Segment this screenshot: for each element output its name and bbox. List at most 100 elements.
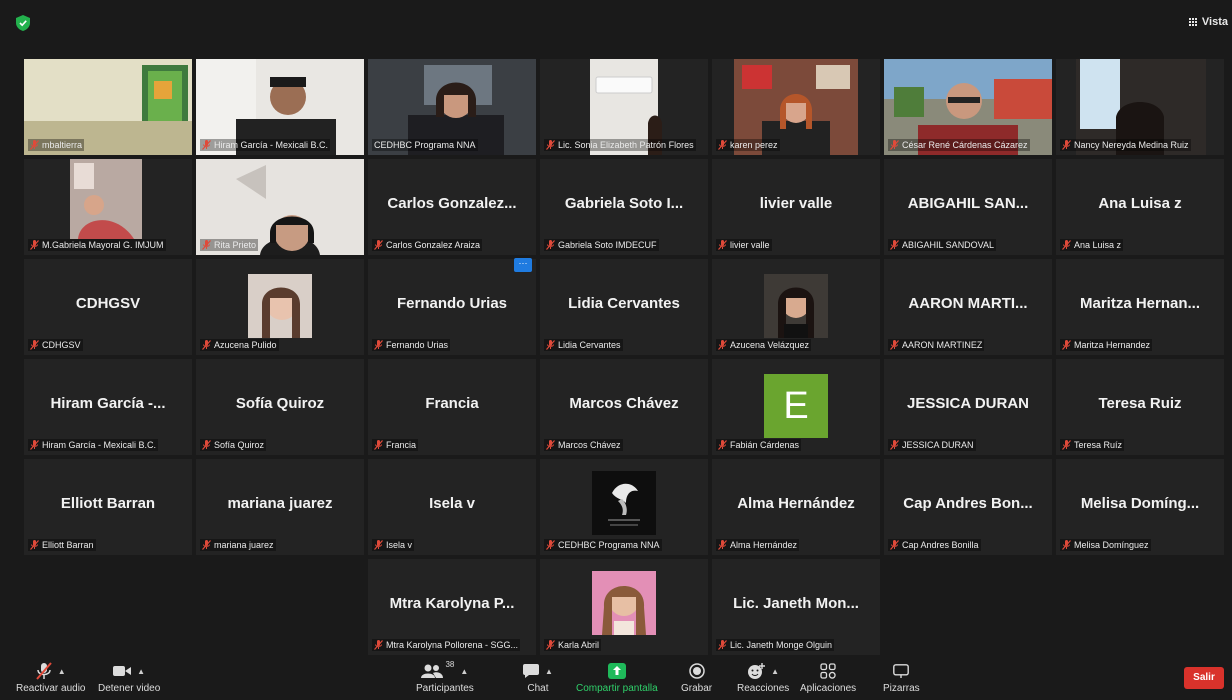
chevron-up-icon[interactable]: ▲ — [771, 667, 779, 676]
participant-tile[interactable]: Elliott Barran Elliott Barran — [24, 459, 192, 555]
view-button[interactable]: Vista — [1188, 16, 1228, 28]
whiteboards-label: Pizarras — [883, 683, 920, 694]
participant-tile[interactable]: Mtra Karolyna P... Mtra Karolyna Pollore… — [368, 559, 536, 655]
leave-meeting-button[interactable]: Salir — [1184, 667, 1224, 689]
participant-tile[interactable]: mbaltierra — [24, 59, 192, 155]
reactions-button[interactable]: ▲ Reacciones — [737, 660, 789, 694]
participant-tile[interactable]: Teresa Ruiz Teresa Ruíz — [1056, 359, 1224, 455]
participant-tile[interactable]: CDHGSV CDHGSV — [24, 259, 192, 355]
mic-muted-icon — [546, 240, 555, 250]
participant-name-label: Karla Abril — [544, 639, 602, 651]
participant-tile[interactable]: Azucena Velázquez — [712, 259, 880, 355]
participant-tile[interactable]: Carlos Gonzalez... Carlos Gonzalez Araiz… — [368, 159, 536, 255]
chevron-up-icon[interactable]: ▲ — [137, 667, 145, 676]
mic-muted-icon — [546, 140, 555, 150]
participant-tile[interactable]: ··· Fernando Urias Fernando Urias — [368, 258, 536, 355]
shield-icon[interactable] — [16, 15, 30, 31]
participant-tile[interactable]: ABIGAHIL SAN... ABIGAHIL SANDOVAL — [884, 159, 1052, 255]
participant-tile[interactable]: Lic. Sonia Elizabeth Patrón Flores — [540, 59, 708, 155]
participant-tile[interactable]: mariana juarez mariana juarez — [196, 459, 364, 555]
participant-tile[interactable]: Azucena Pulido — [196, 259, 364, 355]
participant-name-label: Melisa Domínguez — [1060, 539, 1151, 551]
mic-muted-icon — [374, 540, 383, 550]
mic-muted-icon — [1062, 340, 1071, 350]
participants-button[interactable]: 38 ▲ Participantes — [416, 660, 474, 694]
participant-display-name: JESSICA DURAN — [907, 395, 1029, 412]
mic-muted-icon — [1062, 440, 1071, 450]
mic-muted-icon — [202, 440, 211, 450]
participant-display-name: Mtra Karolyna P... — [389, 595, 515, 612]
participant-tile[interactable]: Sofía Quiroz Sofía Quiroz — [196, 359, 364, 455]
participant-display-name: Hiram García -... — [50, 395, 166, 412]
participant-tile[interactable]: César René Cárdenas Cázarez — [884, 59, 1052, 155]
avatar: E — [764, 374, 828, 438]
participant-tile[interactable]: Melisa Domíng... Melisa Domínguez — [1056, 459, 1224, 555]
participant-display-name: mariana juarez — [227, 495, 333, 512]
participants-label: Participantes — [416, 683, 474, 694]
participant-name-label: Rita Prieto — [200, 239, 259, 251]
chevron-up-icon[interactable]: ▲ — [545, 667, 553, 676]
participant-display-name: livier valle — [759, 195, 833, 212]
participant-tile[interactable]: M.Gabriela Mayoral G. IMJUM — [24, 159, 192, 255]
mic-muted-icon — [546, 640, 555, 650]
participant-display-name: Melisa Domíng... — [1080, 495, 1200, 512]
participant-tile[interactable]: E Fabián Cárdenas — [712, 359, 880, 455]
chevron-up-icon[interactable]: ▲ — [58, 667, 66, 676]
participant-tile[interactable]: Lic. Janeth Mon... Lic. Janeth Monge Olg… — [712, 559, 880, 655]
more-options-button[interactable]: ··· — [514, 258, 532, 272]
participant-display-name: Fernando Urias — [396, 295, 508, 312]
participant-tile[interactable]: CEDHBC Programa NNA — [540, 459, 708, 555]
mic-muted-icon — [374, 340, 383, 350]
participant-display-name: Maritza Hernan... — [1079, 295, 1201, 312]
participant-tile[interactable]: Gabriela Soto I... Gabriela Soto IMDECUF — [540, 159, 708, 255]
participant-tile[interactable]: karen perez — [712, 59, 880, 155]
reactions-label: Reacciones — [737, 683, 790, 694]
participant-tile[interactable]: Francia Francia — [368, 359, 536, 455]
mic-muted-icon — [718, 140, 727, 150]
participant-display-name: Francia — [425, 395, 479, 412]
mic-muted-icon — [374, 240, 383, 250]
active-speaker-tile[interactable]: CEDHBC Programa NNA — [368, 59, 536, 155]
participant-display-name: Marcos Chávez — [569, 395, 679, 412]
mic-muted-icon — [374, 440, 383, 450]
participant-tile[interactable]: livier valle livier valle — [712, 159, 880, 255]
chat-button[interactable]: ▲ Chat — [523, 660, 553, 694]
mic-muted-icon — [718, 540, 727, 550]
participant-tile[interactable]: Cap Andres Bon... Cap Andres Bonilla — [884, 459, 1052, 555]
participant-tile[interactable]: Marcos Chávez Marcos Chávez — [540, 359, 708, 455]
share-screen-button[interactable]: Compartir pantalla — [576, 660, 658, 694]
participant-name-label: Teresa Ruíz — [1060, 439, 1125, 451]
participant-tile[interactable]: Hiram García -... Hiram García - Mexical… — [24, 359, 192, 455]
whiteboards-button[interactable]: Pizarras — [883, 660, 920, 694]
participants-icon — [421, 664, 444, 678]
participant-display-name: Carlos Gonzalez... — [387, 195, 517, 212]
mic-muted-icon — [30, 240, 39, 250]
participant-tile[interactable]: Isela v Isela v — [368, 459, 536, 555]
participant-tile[interactable]: Hiram García - Mexicali B.C. — [196, 59, 364, 155]
participant-display-name: Lidia Cervantes — [568, 295, 680, 312]
participant-tile[interactable]: JESSICA DURAN JESSICA DURAN — [884, 359, 1052, 455]
participant-name-label: Azucena Pulido — [200, 339, 279, 351]
participant-name-label: CEDHBC Programa NNA — [544, 539, 662, 551]
participant-display-name: Isela v — [429, 495, 475, 512]
participant-name-label: Carlos Gonzalez Araiza — [372, 239, 483, 251]
record-button[interactable]: Grabar — [681, 660, 712, 694]
participant-name-label: Isela v — [372, 539, 415, 551]
view-label: Vista — [1201, 16, 1228, 28]
participant-tile[interactable]: Rita Prieto — [196, 159, 364, 255]
participant-name-label: karen perez — [716, 139, 780, 151]
participant-tile[interactable]: Karla Abril — [540, 559, 708, 655]
stop-video-button[interactable]: ▲ Detener video — [98, 660, 160, 694]
participant-tile[interactable]: Nancy Nereyda Medina Ruiz — [1056, 59, 1224, 155]
participant-tile[interactable]: Lidia Cervantes Lidia Cervantes — [540, 259, 708, 355]
mic-muted-icon — [718, 240, 727, 250]
participant-tile[interactable]: AARON MARTI... AARON MARTINEZ — [884, 259, 1052, 355]
unmute-audio-button[interactable]: ▲ Reactivar audio — [16, 660, 85, 694]
participant-tile[interactable]: Alma Hernández Alma Hernández — [712, 459, 880, 555]
participant-display-name: Teresa Ruiz — [1098, 395, 1182, 412]
participant-name-label: Francia — [372, 439, 419, 451]
participant-tile[interactable]: Maritza Hernan... Maritza Hernandez — [1056, 259, 1224, 355]
chevron-up-icon[interactable]: ▲ — [460, 667, 468, 676]
apps-button[interactable]: Aplicaciones — [800, 660, 856, 694]
participant-tile[interactable]: Ana Luisa z Ana Luisa z — [1056, 159, 1224, 255]
